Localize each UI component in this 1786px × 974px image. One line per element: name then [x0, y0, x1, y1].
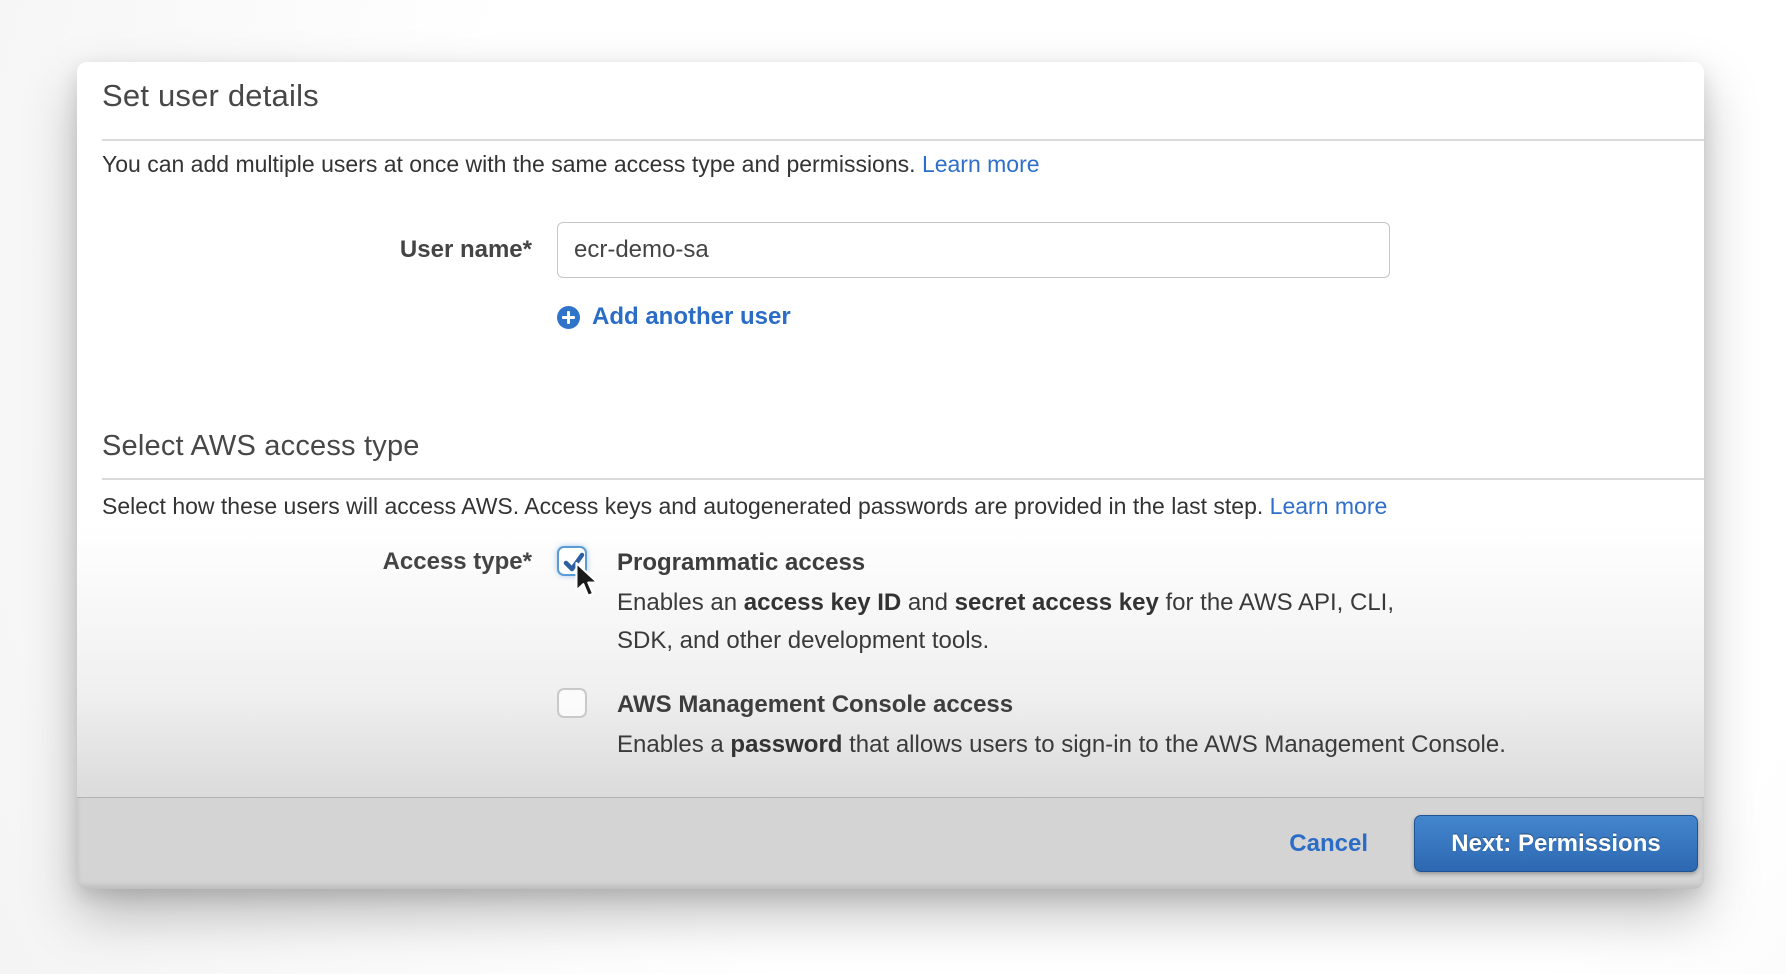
console-access-checkbox[interactable] [557, 688, 587, 718]
cancel-button[interactable]: Cancel [1289, 830, 1368, 858]
add-another-user-button[interactable]: Add another user [557, 303, 791, 331]
plus-icon [557, 306, 580, 329]
set-user-details-heading: Set user details [102, 78, 319, 114]
check-icon [560, 548, 588, 576]
learn-more-link-user-details[interactable]: Learn more [922, 151, 1040, 177]
set-user-details-panel: Set user details You can add multiple us… [77, 62, 1704, 889]
user-name-input[interactable] [557, 222, 1390, 278]
access-type-description-text: Select how these users will access AWS. … [102, 493, 1263, 519]
page-background: { "accent": { "link_blue": "#2a6cc6", "b… [0, 0, 1786, 974]
learn-more-link-access-type[interactable]: Learn more [1270, 493, 1388, 519]
next-permissions-button[interactable]: Next: Permissions [1414, 815, 1698, 872]
programmatic-access-label[interactable]: Programmatic access [617, 549, 865, 577]
add-another-user-label: Add another user [592, 303, 791, 331]
section-divider [102, 478, 1704, 480]
wizard-footer: Cancel Next: Permissions [77, 797, 1704, 889]
programmatic-access-checkbox[interactable] [557, 546, 587, 576]
section-divider [102, 139, 1704, 141]
console-access-label[interactable]: AWS Management Console access [617, 691, 1013, 719]
select-access-type-heading: Select AWS access type [102, 430, 420, 463]
access-type-label: Access type* [77, 548, 532, 576]
user-name-label: User name* [77, 236, 532, 264]
console-access-description: Enables a password that allows users to … [617, 726, 1677, 764]
programmatic-access-description: Enables an access key ID and secret acce… [617, 584, 1417, 660]
user-details-description-text: You can add multiple users at once with … [102, 151, 916, 177]
access-type-description: Select how these users will access AWS. … [102, 493, 1387, 520]
user-details-description: You can add multiple users at once with … [102, 151, 1040, 178]
